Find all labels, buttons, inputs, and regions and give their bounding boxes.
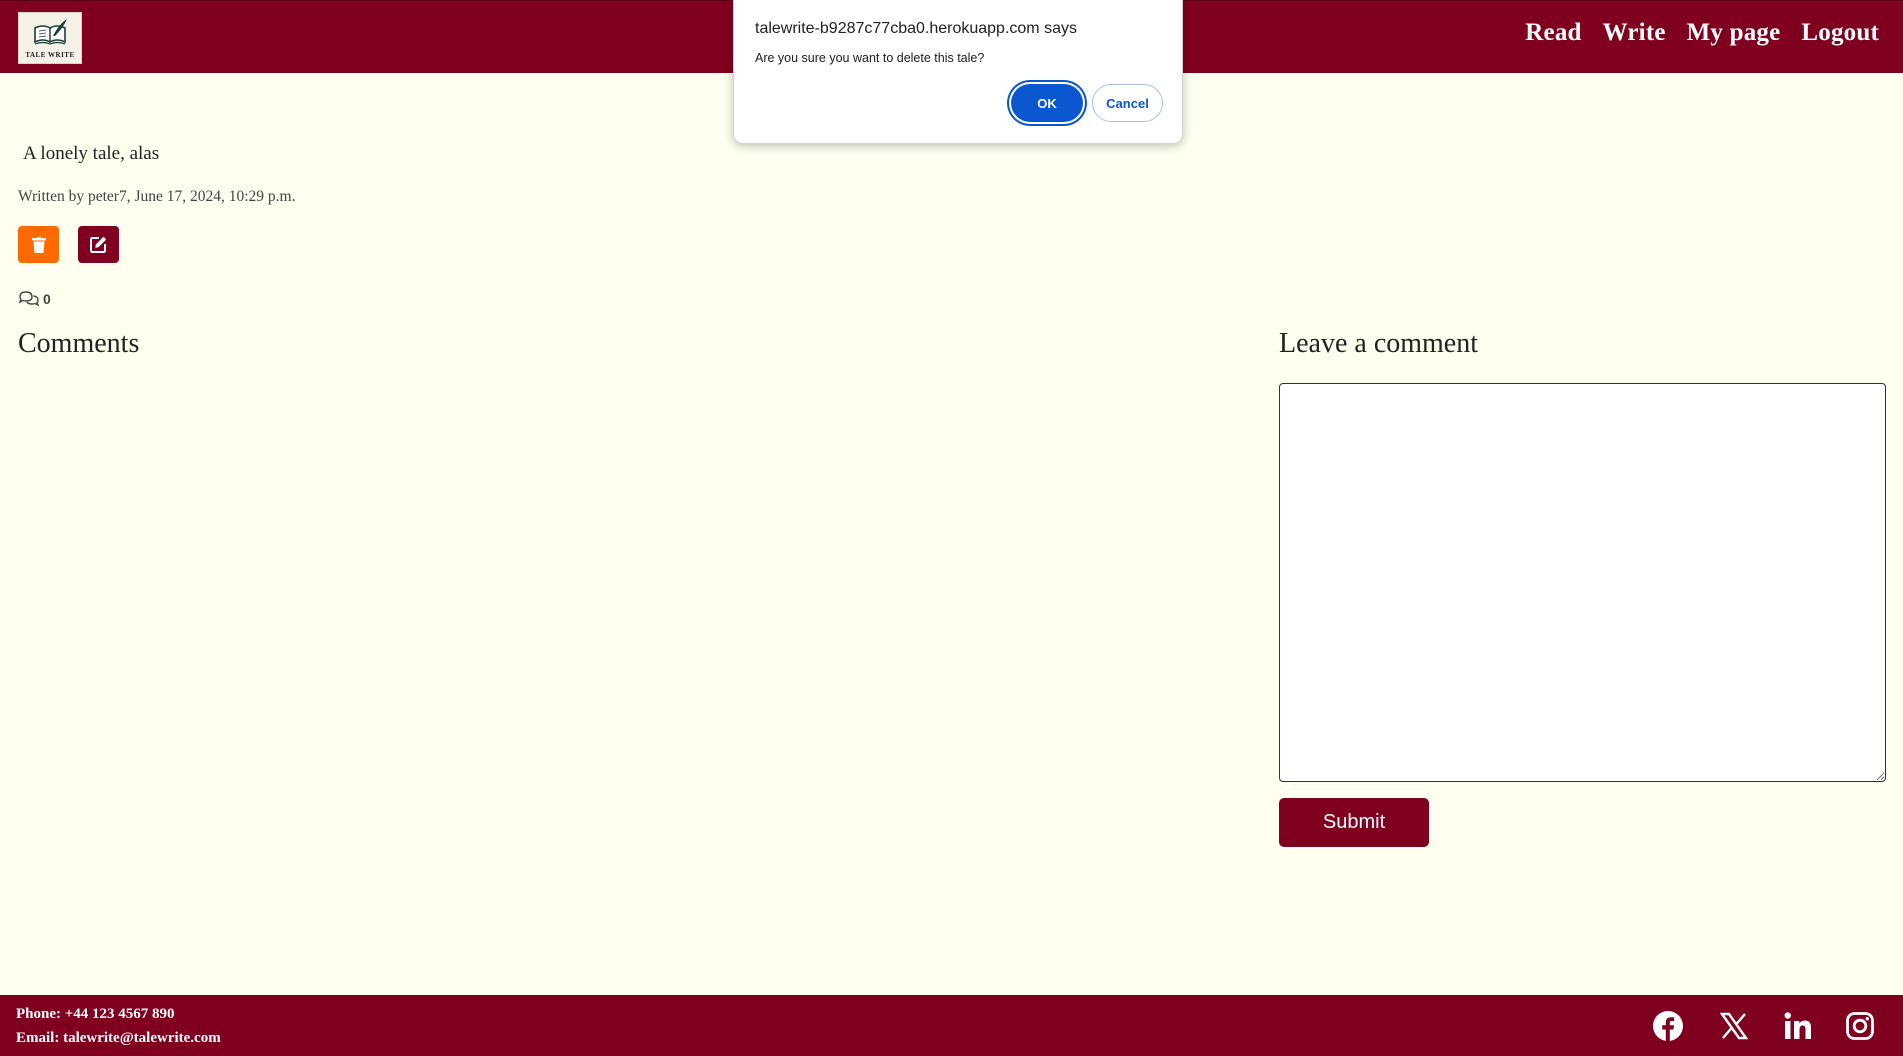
x-icon	[1720, 1012, 1748, 1040]
nav-read[interactable]: Read	[1525, 19, 1581, 47]
nav-links: Read Write My page Logout	[1525, 19, 1879, 47]
nav-logout[interactable]: Logout	[1801, 19, 1879, 47]
comment-textarea[interactable]	[1279, 383, 1886, 782]
dialog-title: talewrite-b9287c77cba0.herokuapp.com say…	[755, 20, 1077, 37]
comments-heading: Comments	[18, 328, 140, 359]
trash-icon	[31, 236, 46, 253]
facebook-link[interactable]	[1651, 1009, 1685, 1043]
edit-tale-button[interactable]	[78, 226, 119, 263]
comment-count: 0	[18, 290, 51, 308]
edit-icon	[90, 236, 107, 253]
dialog-message: Are you sure you want to delete this tal…	[755, 51, 985, 65]
confirm-dialog: talewrite-b9287c77cba0.herokuapp.com say…	[733, 0, 1183, 144]
tale-title: A lonely tale, alas	[23, 143, 160, 164]
nav-my-page[interactable]: My page	[1687, 19, 1781, 47]
comments-icon	[18, 291, 40, 307]
instagram-link[interactable]	[1843, 1009, 1877, 1043]
linkedin-link[interactable]	[1781, 1009, 1815, 1043]
instagram-icon	[1846, 1012, 1874, 1040]
footer: Phone: +44 123 4567 890 Email: talewrite…	[0, 995, 1903, 1056]
book-quill-icon	[34, 18, 67, 45]
logo-text: TALE WRITE	[25, 50, 75, 59]
facebook-icon	[1653, 1011, 1683, 1041]
delete-tale-button[interactable]	[18, 226, 59, 263]
footer-email: Email: talewrite@talewrite.com	[16, 1030, 221, 1046]
tale-meta: Written by peter7, June 17, 2024, 10:29 …	[18, 188, 296, 205]
footer-phone: Phone: +44 123 4567 890	[16, 1006, 175, 1022]
leave-comment-heading: Leave a comment	[1279, 328, 1479, 359]
site-logo[interactable]: TALE WRITE	[18, 12, 82, 64]
ok-button[interactable]: OK	[1011, 84, 1083, 122]
linkedin-icon	[1784, 1012, 1811, 1039]
cancel-button[interactable]: Cancel	[1092, 84, 1163, 122]
submit-button[interactable]: Submit	[1279, 798, 1429, 847]
x-link[interactable]	[1717, 1009, 1751, 1043]
nav-write[interactable]: Write	[1603, 19, 1666, 47]
comment-count-value: 0	[43, 291, 51, 307]
